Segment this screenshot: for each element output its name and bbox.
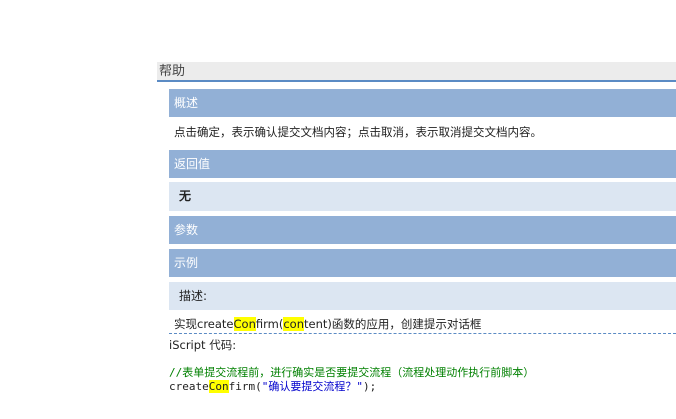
code-string: "确认要提交流程？" — [261, 380, 363, 393]
section-returns-heading[interactable]: 返回值 — [169, 150, 676, 178]
desc-part: firm( — [255, 317, 284, 331]
section-overview-heading[interactable]: 概述 — [169, 89, 676, 117]
example-desc-label: 描述: — [179, 289, 208, 303]
desc-part: tent)函数的应用，创建提示对话框 — [304, 317, 482, 331]
help-header: 帮助 — [157, 62, 676, 82]
code-line: createConfirm("确认要提交流程？"); — [169, 378, 376, 394]
code-part: create — [169, 380, 209, 393]
code-part: firm( — [228, 380, 262, 393]
desc-part: 实现create — [174, 317, 234, 331]
dashed-divider — [169, 333, 676, 334]
code-label: iScript 代码: — [169, 338, 237, 352]
example-desc-text: 实现createConfirm(content)函数的应用，创建提示对话框 — [174, 316, 481, 332]
returns-heading-label: 返回值 — [174, 157, 211, 171]
overview-text: 点击确定，表示确认提交文档内容；点击取消，表示取消提交文档内容。 — [174, 125, 542, 139]
code-highlight: Con — [208, 380, 229, 393]
returns-value-row: 无 — [169, 182, 676, 211]
example-heading-label: 示例 — [174, 256, 199, 270]
overview-heading-label: 概述 — [174, 96, 199, 110]
params-heading-label: 参数 — [174, 223, 199, 237]
desc-highlight: Con — [233, 317, 256, 331]
example-desc-row: 描述: — [169, 282, 676, 310]
desc-highlight: con — [283, 317, 304, 331]
section-params-heading[interactable]: 参数 — [169, 216, 676, 244]
help-title: 帮助 — [159, 64, 186, 79]
code-part: ); — [363, 380, 377, 393]
returns-value: 无 — [179, 189, 192, 203]
section-example-heading[interactable]: 示例 — [169, 249, 676, 277]
